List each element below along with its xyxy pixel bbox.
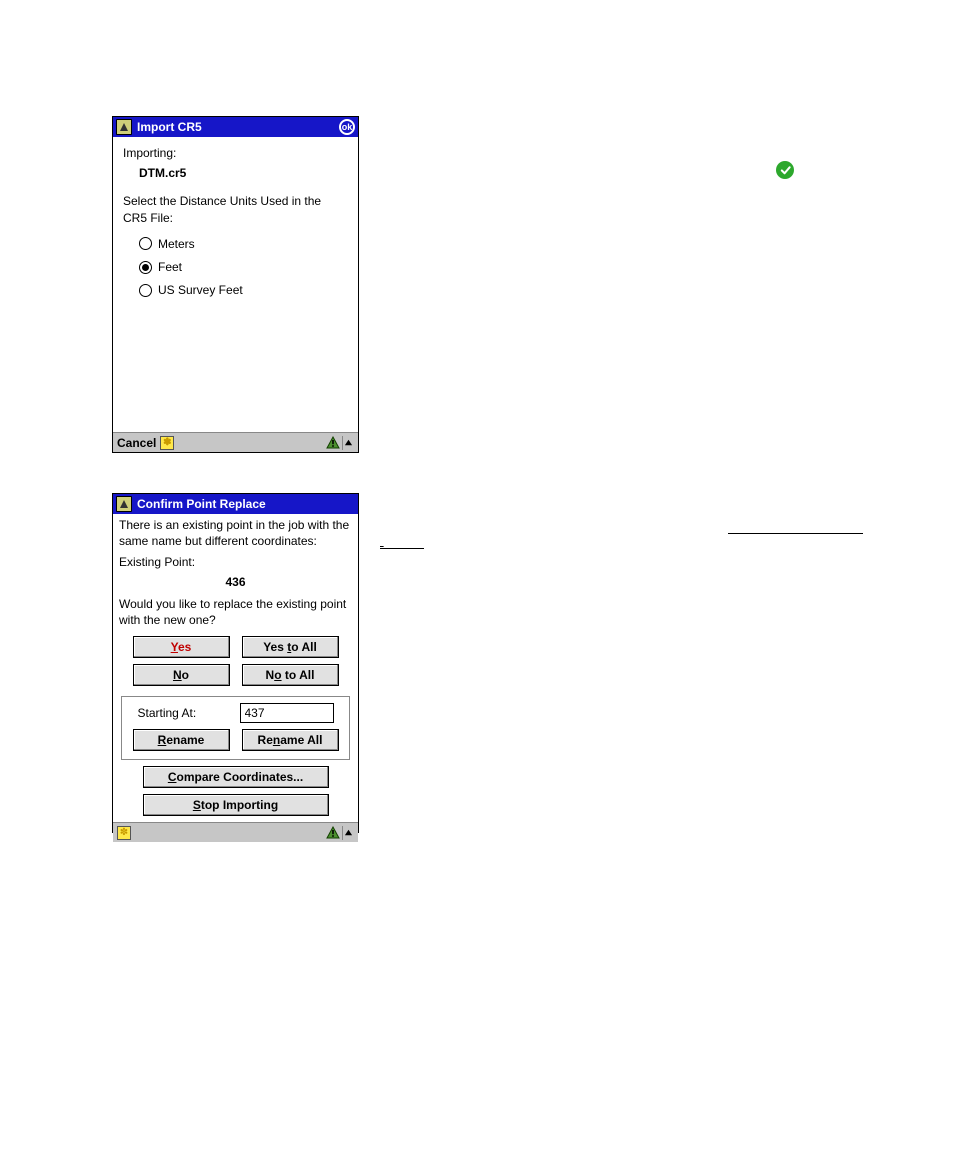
yes-to-all-button[interactable]: Yes to All — [242, 636, 339, 658]
doc-underline-1 — [380, 533, 860, 549]
radio-us-survey[interactable]: US Survey Feet — [139, 282, 348, 298]
conflict-message: There is an existing point in the job wi… — [113, 514, 358, 555]
existing-point-value: 436 — [113, 575, 358, 589]
stop-importing-button[interactable]: Stop Importing — [143, 794, 329, 816]
star-icon[interactable]: ✽ — [117, 826, 131, 840]
starting-at-input[interactable] — [240, 703, 334, 723]
app-icon — [116, 496, 132, 512]
radio-feet[interactable]: Feet — [139, 259, 348, 275]
ok-button[interactable]: ok — [339, 119, 355, 135]
window-body: Importing: DTM.cr5 Select the Distance U… — [113, 137, 358, 313]
importing-label: Importing: — [123, 145, 348, 161]
confirm-point-replace-window: Confirm Point Replace There is an existi… — [112, 493, 359, 833]
radio-label: Feet — [158, 259, 182, 275]
rename-panel: Starting At: Rename Rename All — [121, 696, 350, 760]
check-icon — [776, 161, 794, 179]
yes-button[interactable]: Yes — [133, 636, 230, 658]
import-filename: DTM.cr5 — [139, 165, 348, 181]
doc-underline-2 — [728, 533, 863, 534]
up-arrow-icon[interactable] — [342, 826, 354, 840]
window-title: Confirm Point Replace — [137, 497, 266, 511]
warning-triangle-icon[interactable] — [326, 826, 340, 840]
button-grid: Yes Yes to All No No to All — [113, 634, 358, 694]
rename-buttons: Rename Rename All — [128, 729, 343, 751]
compare-coordinates-button[interactable]: Compare Coordinates... — [143, 766, 329, 788]
up-arrow-icon[interactable] — [342, 436, 354, 450]
rename-button[interactable]: Rename — [133, 729, 230, 751]
starting-at-label: Starting At: — [138, 706, 232, 720]
existing-point-label: Existing Point: — [113, 555, 358, 569]
select-units-label: Select the Distance Units Used in the CR… — [123, 193, 348, 225]
no-button[interactable]: No — [133, 664, 230, 686]
titlebar: Import CR5 ok — [113, 117, 358, 137]
titlebar: Confirm Point Replace — [113, 494, 358, 514]
app-icon — [116, 119, 132, 135]
bottom-toolbar: ✽ — [113, 822, 358, 842]
bottom-toolbar: Cancel ✽ — [113, 432, 358, 452]
window-title: Import CR5 — [137, 120, 202, 134]
rename-all-button[interactable]: Rename All — [242, 729, 339, 751]
radio-icon — [139, 237, 152, 250]
radio-meters[interactable]: Meters — [139, 236, 348, 252]
units-radio-group: Meters Feet US Survey Feet — [139, 236, 348, 299]
import-cr5-window: Import CR5 ok Importing: DTM.cr5 Select … — [112, 116, 359, 453]
wide-buttons: Compare Coordinates... Stop Importing — [113, 766, 358, 816]
radio-label: US Survey Feet — [158, 282, 243, 298]
no-to-all-button[interactable]: No to All — [242, 664, 339, 686]
radio-icon — [139, 261, 152, 274]
radio-icon — [139, 284, 152, 297]
radio-label: Meters — [158, 236, 195, 252]
replace-question: Would you like to replace the existing p… — [113, 595, 358, 634]
cancel-button[interactable]: Cancel — [117, 436, 156, 450]
star-icon[interactable]: ✽ — [160, 436, 174, 450]
warning-triangle-icon[interactable] — [326, 436, 340, 450]
